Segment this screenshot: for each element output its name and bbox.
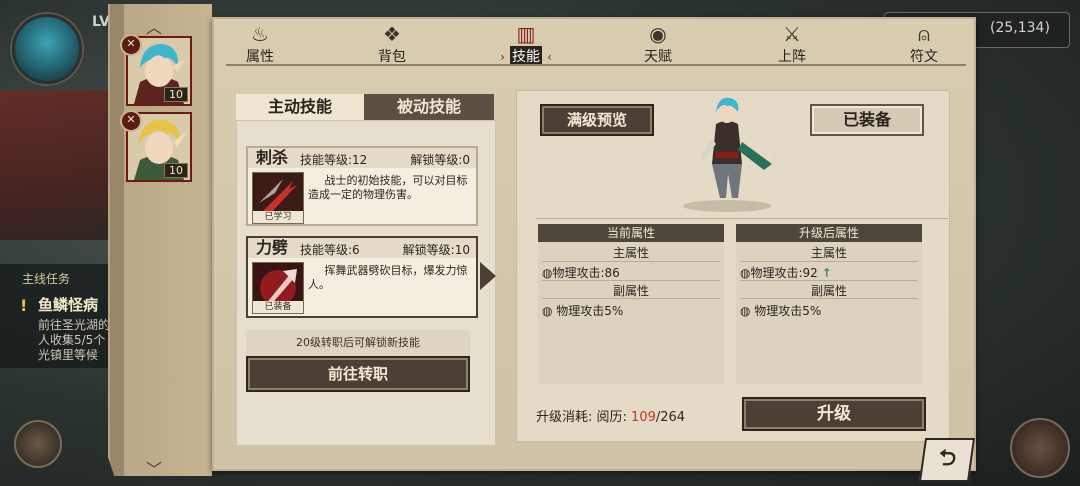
return-arrow-icon[interactable]: ⮌ — [918, 438, 976, 482]
row-divider — [740, 280, 918, 281]
sub-attribute-value: ◍ 物理攻击5% — [542, 304, 624, 318]
bottom-right-building-icon[interactable] — [1010, 418, 1070, 478]
upgrade-cost: 升级消耗: 阅历: 109/264 — [536, 406, 685, 425]
tab-label: 属性 — [246, 49, 274, 65]
main-attribute-text: 物理攻击:86 — [552, 266, 620, 280]
eye-icon: ◉ — [649, 22, 667, 46]
flame-icon: ♨ — [251, 22, 269, 46]
player-level: LV — [92, 14, 110, 30]
skill-unlock-level: 解锁等级:0 — [410, 153, 470, 167]
tab-runes[interactable]: ⍝ 符文 — [888, 22, 960, 76]
detail-divider — [536, 218, 948, 219]
skill-card-cleave[interactable]: 力劈 技能等级:6 解锁等级:10 已装备 挥舞武器劈砍目标，爆发力惊人。 — [246, 236, 478, 318]
background-roof — [0, 90, 120, 240]
main-attribute-value: ◍物理攻击:92 ↑ — [740, 266, 832, 280]
selection-pointer — [480, 262, 496, 290]
unlock-hint: 20级转职后可解锁新技能 — [246, 330, 470, 356]
skill-name: 刺杀 — [256, 148, 289, 167]
upgraded-attributes: 升级后属性 主属性 ◍物理攻击:92 ↑ 副属性 ◍ 物理攻击5% — [736, 224, 922, 384]
tab-deploy[interactable]: ⚔ 上阵 — [756, 22, 828, 76]
tab-divider — [226, 64, 966, 66]
book-icon: ▥ — [516, 22, 536, 46]
coordinate-readout: (25,134) — [990, 20, 1050, 36]
chevron-up-icon[interactable]: ︿ — [146, 14, 162, 38]
up-arrow-icon: ↑ — [821, 266, 832, 280]
main-attribute-title: 主属性 — [810, 246, 847, 260]
row-divider — [740, 298, 918, 299]
row-divider — [740, 261, 918, 262]
sub-attribute-title: 副属性 — [810, 284, 847, 298]
sub-attribute-title: 副属性 — [612, 284, 649, 298]
current-attributes: 当前属性 主属性 ◍物理攻击:86 副属性 ◍ 物理攻击5% — [538, 224, 724, 384]
character-class-badge: ✕ — [120, 34, 142, 56]
current-attributes-header: 当前属性 — [538, 224, 724, 242]
sub-attribute-value: ◍ 物理攻击5% — [740, 304, 822, 318]
row-divider — [542, 298, 720, 299]
cost-label: 升级消耗: 阅历: — [536, 410, 627, 425]
quest-name[interactable]: 鱼鳞怪病 — [38, 294, 98, 315]
skill-unlock-level: 解锁等级:10 — [402, 243, 470, 257]
tab-talent[interactable]: ◉ 天赋 — [622, 22, 694, 76]
tab-bag[interactable]: ❖ 背包 — [356, 22, 428, 76]
tab-label: 技能 — [510, 46, 542, 66]
equipped-button[interactable]: 已装备 — [810, 104, 924, 136]
tab-label: 背包 — [378, 49, 406, 65]
tab-label: 天赋 — [644, 49, 672, 65]
quest-description: 前往圣光湖的人收集5/5个光镇里等候 — [38, 318, 111, 362]
skill-description: 挥舞武器劈砍目标，爆发力惊人。 — [308, 264, 468, 291]
chevron-right-icon: › — [500, 50, 505, 64]
axe-skill-icon: 已装备 — [252, 262, 304, 314]
cost-required: 264 — [660, 410, 686, 425]
tab-attributes[interactable]: ♨ 属性 — [224, 22, 296, 76]
skill-header: 力劈 技能等级:6 解锁等级:10 — [248, 238, 476, 258]
skill-card-assassinate[interactable]: 刺杀 技能等级:12 解锁等级:0 已学习 战士的初始技能，可以对目标造成一定的… — [246, 146, 478, 226]
character-level: 10 — [164, 87, 188, 102]
crossed-swords-icon: ⚔ — [783, 22, 801, 46]
row-divider — [542, 261, 720, 262]
strip-shade — [110, 4, 124, 476]
bottom-left-menu-icon[interactable] — [14, 420, 62, 468]
tab-active-skills[interactable]: 主动技能 — [236, 94, 364, 120]
skill-name: 力劈 — [256, 238, 289, 257]
skill-description: 战士的初始技能，可以对目标造成一定的物理伤害。 — [308, 174, 468, 201]
sub-attribute-text: 物理攻击5% — [754, 304, 822, 318]
tab-skills[interactable]: ▥ › 技能 ‹ — [490, 22, 562, 76]
tab-passive-skills[interactable]: 被动技能 — [364, 94, 494, 120]
player-avatar[interactable] — [12, 14, 82, 84]
chevron-left-icon: ‹ — [547, 50, 552, 64]
row-divider — [542, 280, 720, 281]
advance-class-button[interactable]: 前往转职 — [246, 356, 470, 392]
main-attribute-value: ◍物理攻击:86 — [542, 266, 620, 280]
quest-section-title: 主线任务 — [22, 272, 71, 286]
quest-exclamation-icon: ! — [20, 296, 28, 315]
skill-level: 技能等级:12 — [300, 153, 368, 167]
character-class-badge: ✕ — [120, 110, 142, 132]
cost-current: 109 — [631, 410, 656, 425]
main-attribute-text: 物理攻击:92 — [750, 266, 818, 280]
skill-header: 刺杀 技能等级:12 解锁等级:0 — [248, 148, 476, 168]
rune-icon: ⍝ — [918, 22, 930, 46]
bag-icon: ❖ — [383, 22, 401, 46]
upgraded-attributes-header: 升级后属性 — [736, 224, 922, 242]
chevron-down-icon[interactable]: ﹀ — [146, 456, 162, 480]
slash-skill-icon: 已学习 — [252, 172, 304, 224]
skill-state: 已装备 — [253, 301, 303, 313]
max-level-preview-button[interactable]: 满级预览 — [540, 104, 654, 136]
skill-level: 技能等级:6 — [300, 243, 360, 257]
main-attribute-title: 主属性 — [612, 246, 649, 260]
skill-state: 已学习 — [253, 211, 303, 223]
sub-attribute-text: 物理攻击5% — [556, 304, 624, 318]
hero-illustration — [683, 97, 776, 212]
tab-label: 上阵 — [778, 49, 806, 65]
tab-label: 符文 — [910, 49, 938, 65]
upgrade-button[interactable]: 升级 — [742, 397, 926, 431]
character-level: 10 — [164, 163, 188, 178]
